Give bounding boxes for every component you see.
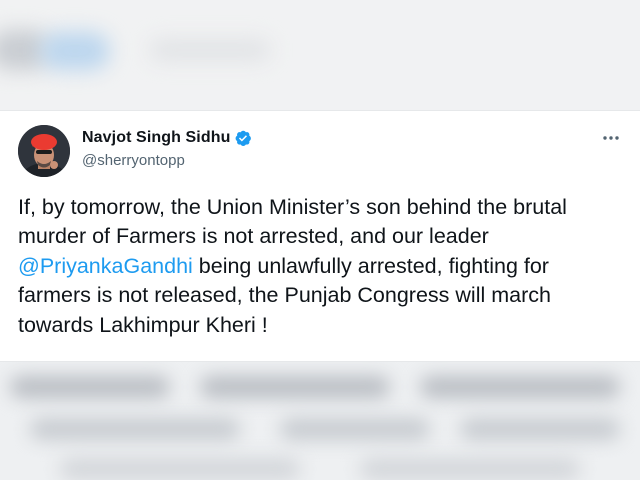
tweet-text: If, by tomorrow, the Union Minister’s so… [18,193,618,340]
tweet-card[interactable]: Navjot Singh Sidhu @sherryontopp If, by … [0,110,640,362]
tweet-text-part-1: If, by tomorrow, the Union Minister’s so… [18,195,567,249]
screenshot-stage: Navjot Singh Sidhu @sherryontopp If, by … [0,0,640,480]
verified-badge-icon [234,129,252,147]
more-options-icon[interactable] [600,127,622,149]
author-name-row: Navjot Singh Sidhu [82,129,252,147]
avatar-portrait-icon [18,125,70,177]
author-handle[interactable]: @sherryontopp [82,152,185,169]
author-display-name[interactable]: Navjot Singh Sidhu [82,129,230,147]
blurred-header-region [0,0,640,110]
mention-link[interactable]: @PriyankaGandhi [18,254,193,278]
author-avatar[interactable] [18,125,70,177]
blurred-footer-region [0,362,640,480]
